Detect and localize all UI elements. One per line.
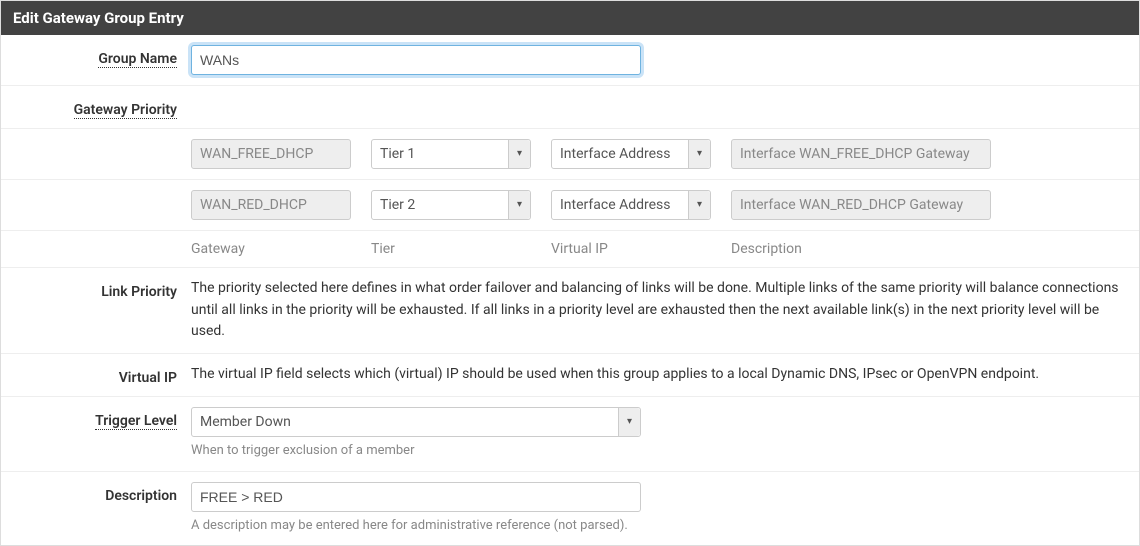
vip-select-value: Interface Address <box>560 197 671 213</box>
description-input[interactable] <box>191 482 641 512</box>
row-virtual-ip: Virtual IP The virtual IP field selects … <box>1 354 1139 397</box>
col-header-gateway: Gateway <box>191 241 351 257</box>
gateway-row: WAN_FREE_DHCP Tier 1 ▾ Interface Address… <box>1 129 1139 180</box>
row-trigger-level: Trigger Level Member Down ▾ When to trig… <box>1 397 1139 472</box>
label-gateway-priority: Gateway Priority <box>11 96 191 118</box>
gateway-desc-display: Interface WAN_RED_DHCP Gateway <box>731 190 991 220</box>
col-header-vip: Virtual IP <box>551 241 711 257</box>
group-name-input[interactable] <box>191 45 641 75</box>
gateway-group-panel: Edit Gateway Group Entry Group Name Gate… <box>0 0 1140 546</box>
tier-select-value: Tier 1 <box>380 146 415 162</box>
virtual-ip-text: The virtual IP field selects which (virt… <box>191 364 1129 386</box>
col-header-desc: Description <box>731 241 991 257</box>
trigger-level-select[interactable]: Member Down ▾ <box>191 407 641 437</box>
gateway-name-display: WAN_RED_DHCP <box>191 190 351 220</box>
label-description: Description <box>11 482 191 504</box>
chevron-down-icon: ▾ <box>508 140 530 168</box>
vip-select-value: Interface Address <box>560 146 671 162</box>
tier-select[interactable]: Tier 2 ▾ <box>371 190 531 220</box>
row-description: Description A description may be entered… <box>1 472 1139 546</box>
description-help: A description may be entered here for ad… <box>191 516 1129 536</box>
gateway-name-display: WAN_FREE_DHCP <box>191 139 351 169</box>
row-link-priority: Link Priority The priority selected here… <box>1 268 1139 354</box>
label-link-priority: Link Priority <box>11 278 191 300</box>
label-group-name: Group Name <box>11 45 191 67</box>
row-gateway-priority-header: Gateway Priority <box>1 86 1139 129</box>
col-header-tier: Tier <box>371 241 531 257</box>
trigger-level-help: When to trigger exclusion of a member <box>191 441 1129 461</box>
chevron-down-icon: ▾ <box>618 408 640 436</box>
chevron-down-icon: ▾ <box>688 191 710 219</box>
panel-title: Edit Gateway Group Entry <box>1 1 1139 35</box>
gateway-column-headers: Gateway Tier Virtual IP Description <box>1 231 1139 268</box>
chevron-down-icon: ▾ <box>688 140 710 168</box>
chevron-down-icon: ▾ <box>508 191 530 219</box>
label-trigger-level: Trigger Level <box>11 407 191 429</box>
gateway-row: WAN_RED_DHCP Tier 2 ▾ Interface Address … <box>1 180 1139 231</box>
tier-select[interactable]: Tier 1 ▾ <box>371 139 531 169</box>
row-group-name: Group Name <box>1 35 1139 86</box>
tier-select-value: Tier 2 <box>380 197 415 213</box>
gateway-desc-display: Interface WAN_FREE_DHCP Gateway <box>731 139 991 169</box>
trigger-level-value: Member Down <box>200 414 291 430</box>
vip-select[interactable]: Interface Address ▾ <box>551 190 711 220</box>
link-priority-text: The priority selected here defines in wh… <box>191 278 1129 343</box>
vip-select[interactable]: Interface Address ▾ <box>551 139 711 169</box>
label-virtual-ip: Virtual IP <box>11 364 191 386</box>
